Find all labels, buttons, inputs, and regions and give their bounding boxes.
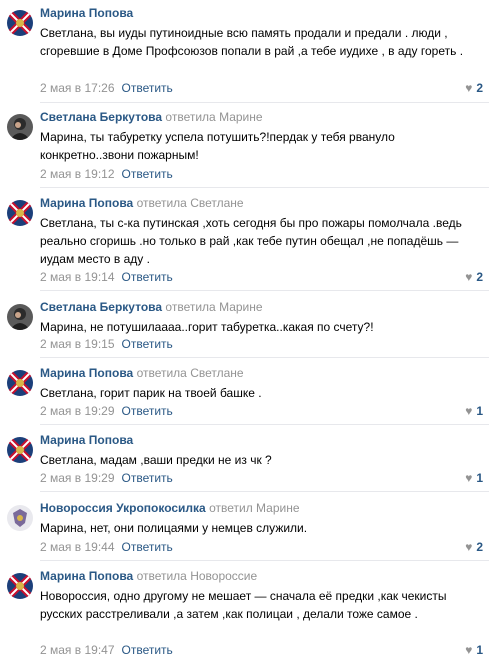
- heart-icon: ♥: [465, 270, 473, 284]
- like-count: 1: [476, 643, 483, 657]
- divider: [40, 424, 489, 425]
- reply-target-link[interactable]: Марине: [219, 110, 262, 124]
- comment-date[interactable]: 2 мая в 19:12: [40, 167, 115, 181]
- reply-target-link[interactable]: Светлане: [190, 196, 243, 210]
- comment-text: Светлана, мадам ,ваши предки не из чк ?: [40, 453, 272, 467]
- comment-text: Светлана, вы иуды путиноидные всю память…: [40, 26, 464, 58]
- heart-icon: ♥: [465, 471, 473, 485]
- flag-avatar-icon[interactable]: [7, 200, 33, 226]
- like-count: 1: [476, 471, 483, 485]
- heart-icon: ♥: [465, 643, 473, 657]
- comment-author[interactable]: Светлана Беркутова: [40, 110, 162, 124]
- divider: [40, 290, 489, 291]
- comment-date[interactable]: 2 мая в 19:15: [40, 337, 115, 351]
- comment-author[interactable]: Марина Попова: [40, 433, 133, 447]
- like-button[interactable]: ♥ 2: [465, 270, 483, 284]
- flag-avatar-icon[interactable]: [7, 437, 33, 463]
- divider: [40, 560, 489, 561]
- comment-author[interactable]: Марина Попова: [40, 196, 133, 210]
- reply-button[interactable]: Ответить: [122, 270, 173, 284]
- heart-icon: ♥: [465, 404, 473, 418]
- divider: [40, 357, 489, 358]
- reply-target-link[interactable]: Марине: [219, 300, 262, 314]
- reply-to-text: ответила Светлане: [136, 366, 244, 380]
- flag-avatar-icon[interactable]: [7, 573, 33, 599]
- comment-date[interactable]: 2 мая в 17:26: [40, 81, 115, 95]
- person-photo-avatar-icon[interactable]: [7, 304, 33, 330]
- emblem-avatar-icon[interactable]: [7, 505, 33, 531]
- heart-icon: ♥: [465, 81, 473, 95]
- like-count: 1: [476, 404, 483, 418]
- reply-button[interactable]: Ответить: [122, 643, 173, 657]
- reply-target-link[interactable]: Марине: [256, 501, 299, 515]
- like-button[interactable]: ♥ 1: [465, 643, 483, 657]
- comment-author[interactable]: Марина Попова: [40, 569, 133, 583]
- comment-date[interactable]: 2 мая в 19:14: [40, 270, 115, 284]
- reply-to-text: ответила Светлане: [136, 196, 244, 210]
- divider: [40, 102, 489, 103]
- divider: [40, 187, 489, 188]
- comment-feed: Марина Попова Светлана, вы иуды путиноид…: [0, 0, 495, 663]
- like-count: 2: [476, 540, 483, 554]
- comment-date[interactable]: 2 мая в 19:29: [40, 404, 115, 418]
- like-button[interactable]: ♥ 2: [465, 540, 483, 554]
- like-button[interactable]: ♥ 1: [465, 471, 483, 485]
- reply-button[interactable]: Ответить: [122, 337, 173, 351]
- comment-text: Светлана, горит парик на твоей башке .: [40, 386, 262, 400]
- comment-date[interactable]: 2 мая в 19:29: [40, 471, 115, 485]
- comment-author[interactable]: Новороссия Укропокосилка: [40, 501, 206, 515]
- like-count: 2: [476, 81, 483, 95]
- comment-text: Марина, не потушилаааа..горит табуретка.…: [40, 320, 374, 334]
- divider: [40, 491, 489, 492]
- like-button[interactable]: ♥ 1: [465, 404, 483, 418]
- reply-to-text: ответила Марине: [165, 300, 263, 314]
- reply-button[interactable]: Ответить: [122, 404, 173, 418]
- comment-date[interactable]: 2 мая в 19:44: [40, 540, 115, 554]
- comment-author[interactable]: Светлана Беркутова: [40, 300, 162, 314]
- heart-icon: ♥: [465, 540, 473, 554]
- reply-target-link[interactable]: Новороссие: [190, 569, 257, 583]
- person-photo-avatar-icon[interactable]: [7, 114, 33, 140]
- reply-button[interactable]: Ответить: [122, 81, 173, 95]
- reply-target-link[interactable]: Светлане: [190, 366, 243, 380]
- reply-button[interactable]: Ответить: [122, 540, 173, 554]
- comment-text: Светлана, ты с-ка путинская ,хоть сегодн…: [40, 216, 462, 266]
- reply-to-text: ответила Новороссие: [136, 569, 258, 583]
- reply-button[interactable]: Ответить: [122, 471, 173, 485]
- reply-button[interactable]: Ответить: [122, 167, 173, 181]
- comment-text: Марина, ты табуретку успела потушить?!пе…: [40, 130, 395, 162]
- comment-author[interactable]: Марина Попова: [40, 6, 133, 20]
- comment-date[interactable]: 2 мая в 19:47: [40, 643, 115, 657]
- like-button[interactable]: ♥ 2: [465, 81, 483, 95]
- reply-to-text: ответила Марине: [165, 110, 263, 124]
- flag-avatar-icon[interactable]: [7, 10, 33, 36]
- comment-text: Марина, нет, они полицаями у немцев служ…: [40, 521, 308, 535]
- reply-to-text: ответил Марине: [209, 501, 300, 515]
- like-count: 2: [476, 270, 483, 284]
- flag-avatar-icon[interactable]: [7, 370, 33, 396]
- comment-text: Новороссия, одно другому не мешает — сна…: [40, 589, 447, 621]
- comment-author[interactable]: Марина Попова: [40, 366, 133, 380]
